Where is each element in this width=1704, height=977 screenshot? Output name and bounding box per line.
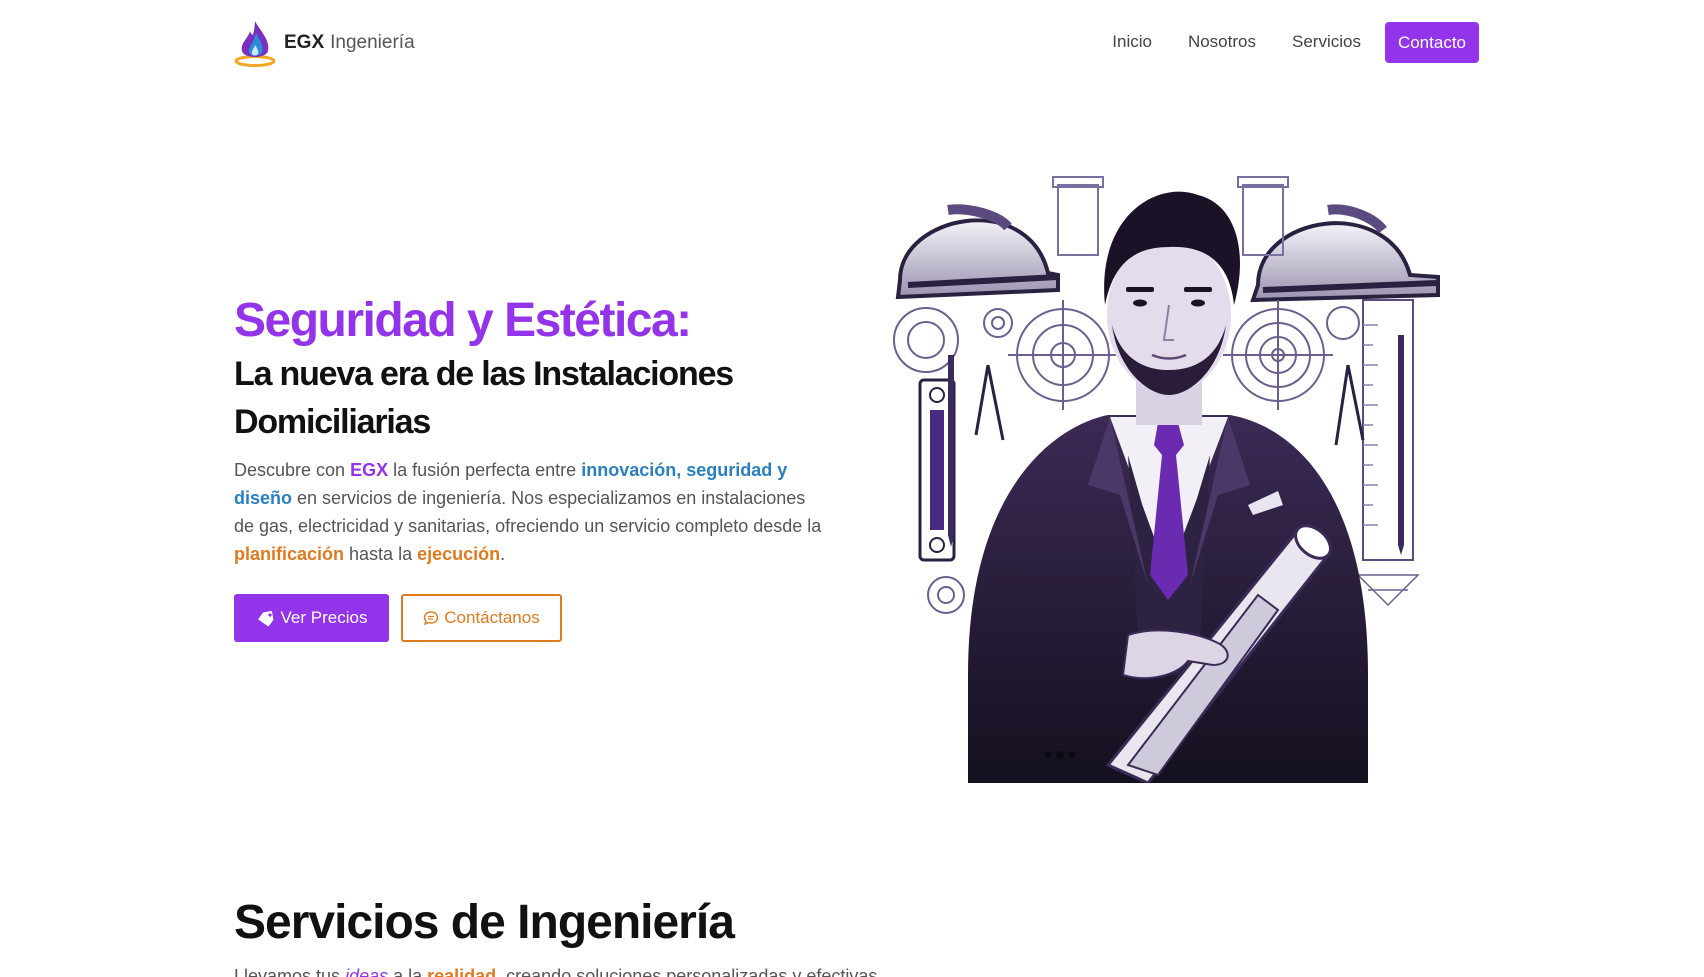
page: EGX Ingeniería Inicio Nosotros Servicios…: [0, 0, 1704, 977]
main-nav: Inicio Nosotros Servicios Contacto: [1094, 21, 1479, 63]
nav-link-nosotros[interactable]: Nosotros: [1170, 21, 1274, 63]
services-text-part: Llevamos tus: [234, 966, 346, 977]
hero-text-part: en servicios de ingeniería. Nos especial…: [234, 488, 822, 536]
contact-button[interactable]: Contacto: [1384, 21, 1479, 63]
brand-name: EGX: [284, 32, 325, 53]
contactanos-button[interactable]: Contáctanos: [401, 594, 562, 642]
hero-text-part: la fusión perfecta entre: [388, 460, 582, 480]
services-text-realidad: realidad: [427, 966, 497, 977]
services-description: Llevamos tus ideas a la realidad, creand…: [234, 962, 882, 977]
hero-subtitle: La nueva era de las Instalaciones Domici…: [234, 355, 734, 441]
ver-precios-button[interactable]: Ver Precios: [234, 594, 389, 642]
hero-text-part: .: [500, 544, 506, 564]
chat-bubble-icon: [424, 611, 439, 626]
flame-logo-icon: [234, 21, 276, 67]
hero-text-brand: EGX: [350, 460, 389, 480]
brand-link[interactable]: EGX Ingeniería: [234, 19, 415, 67]
hero-description: Descubre con EGX la fusión perfecta entr…: [234, 456, 824, 568]
services-title: Servicios de Ingeniería: [234, 896, 735, 949]
hero-text-part: hasta la: [344, 544, 418, 564]
nav-link-inicio[interactable]: Inicio: [1094, 21, 1170, 63]
navbar: EGX Ingeniería Inicio Nosotros Servicios…: [0, 0, 1704, 84]
brand-subtitle: Ingeniería: [330, 32, 415, 53]
tag-icon: [257, 610, 273, 626]
nav-link-servicios[interactable]: Servicios: [1274, 21, 1379, 63]
ver-precios-label: Ver Precios: [280, 608, 368, 627]
hero-text-highlight-execution: ejecución: [417, 544, 501, 564]
services-text-part: , creando soluciones personalizadas y ef…: [496, 966, 883, 977]
contactanos-label: Contáctanos: [444, 608, 540, 627]
hero-text-part: Descubre con: [234, 460, 351, 480]
hero-text-highlight-planning: planificación: [234, 544, 345, 564]
hero-title: Seguridad y Estética:: [234, 294, 692, 347]
services-text-part: a la: [388, 966, 428, 977]
hero-engineer-illustration: [893, 176, 1440, 783]
services-text-ideas: ideas: [345, 966, 389, 977]
